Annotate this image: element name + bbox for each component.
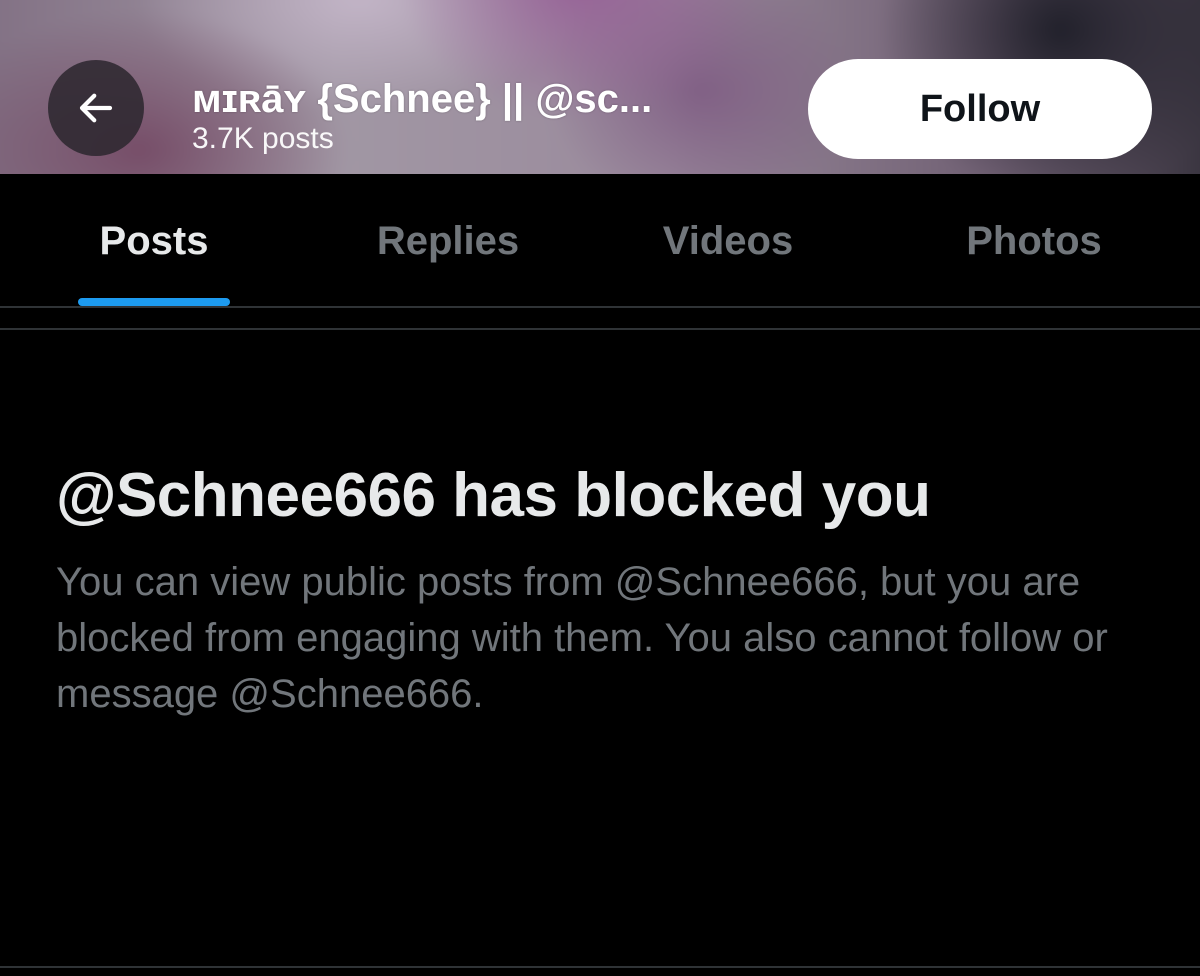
tab-photos-label: Photos <box>966 219 1102 263</box>
follow-button[interactable]: Follow <box>808 59 1152 159</box>
tab-replies[interactable]: Replies <box>348 174 548 306</box>
tab-videos[interactable]: Videos <box>630 174 826 306</box>
blocked-description: You can view public posts from @Schnee66… <box>56 560 1108 716</box>
blocked-title: @Schnee666 has blocked you <box>56 461 931 530</box>
post-count: 3.7K posts <box>192 122 334 155</box>
section-divider <box>0 328 1200 330</box>
bottom-divider <box>0 966 1200 968</box>
blocked-message: @Schnee666 has blocked you You can view … <box>56 458 1156 722</box>
profile-header: ᴍɪʀāʏ {Schnee} || @sc... 3.7K posts Foll… <box>0 0 1200 174</box>
active-tab-indicator <box>78 298 230 306</box>
back-button[interactable] <box>48 60 144 156</box>
tab-posts-label: Posts <box>99 219 209 263</box>
profile-page: ᴍɪʀāʏ {Schnee} || @sc... 3.7K posts Foll… <box>0 0 1200 976</box>
arrow-left-icon <box>79 93 113 123</box>
profile-tabs: Posts Replies Videos Photos <box>0 174 1200 308</box>
tab-replies-label: Replies <box>376 219 520 263</box>
tab-posts[interactable]: Posts <box>78 174 230 306</box>
tab-photos[interactable]: Photos <box>938 174 1130 306</box>
tab-videos-label: Videos <box>662 219 794 263</box>
profile-title-block: ᴍɪʀāʏ {Schnee} || @sc... 3.7K posts <box>192 76 772 156</box>
profile-name: ᴍɪʀāʏ {Schnee} || @sc... <box>192 77 653 121</box>
